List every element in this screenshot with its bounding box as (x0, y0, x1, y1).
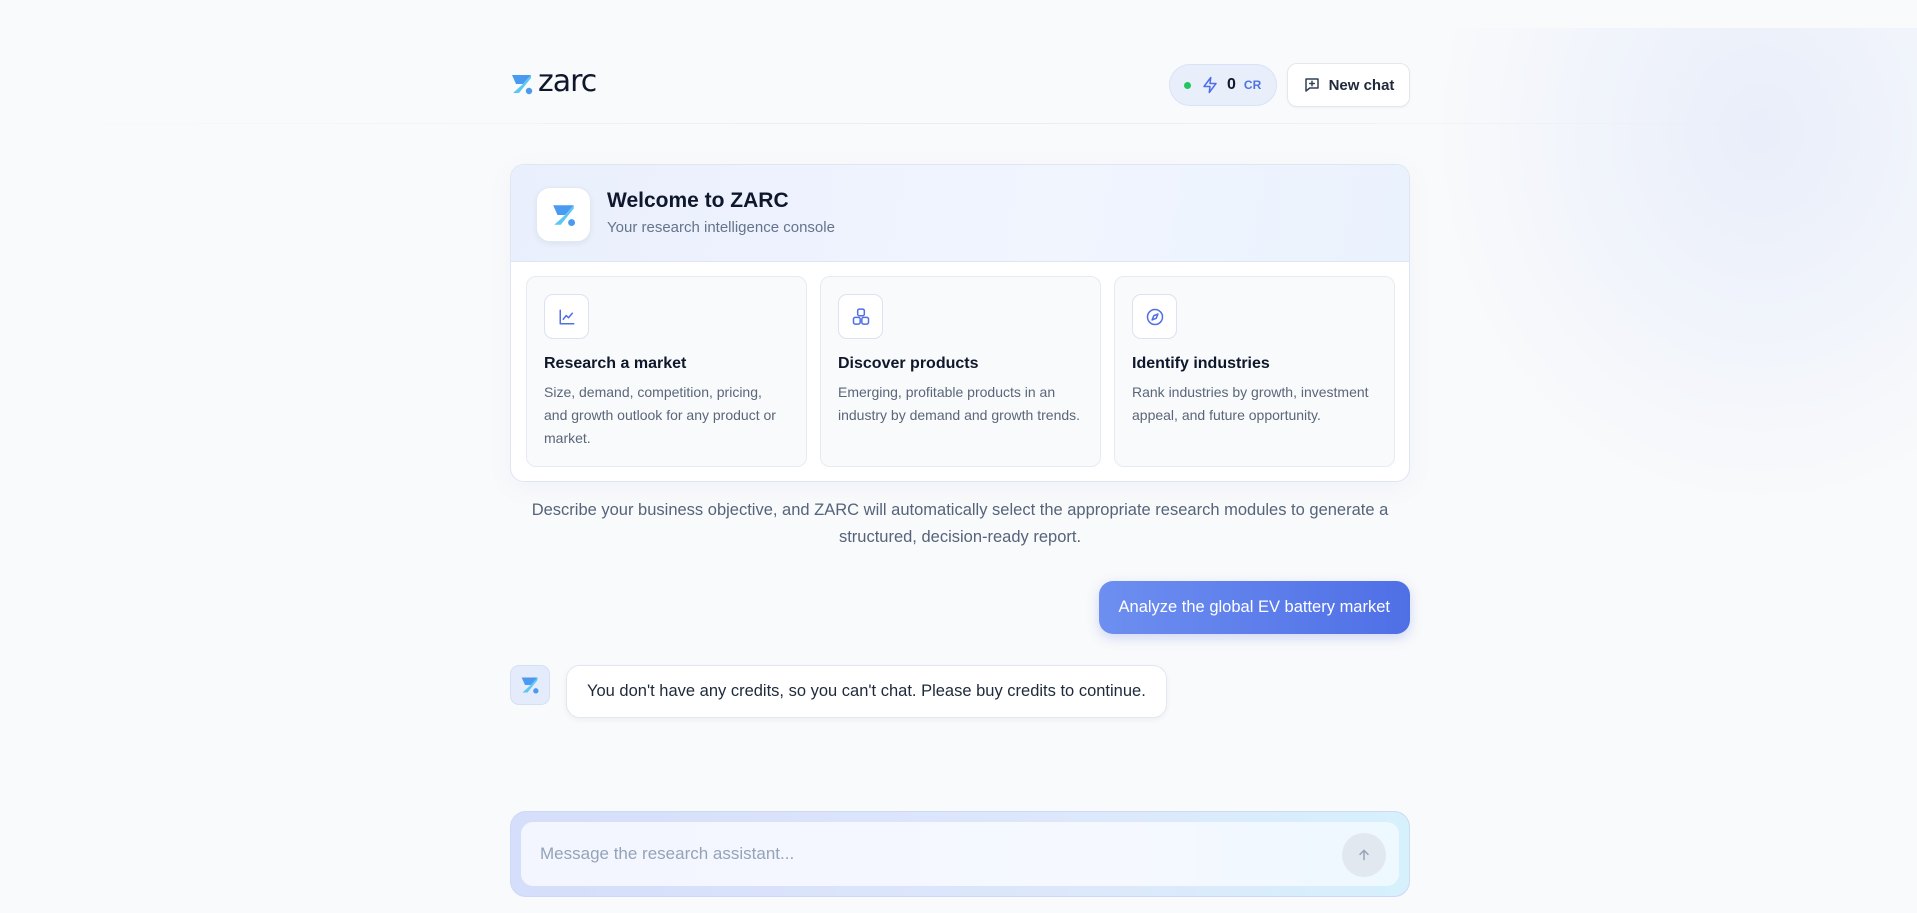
compass-icon (1146, 308, 1163, 325)
user-message-text: Analyze the global EV battery market (1118, 598, 1390, 616)
new-chat-button[interactable]: New chat (1287, 63, 1410, 107)
welcome-subtitle: Your research intelligence console (607, 219, 835, 236)
send-button[interactable] (1342, 833, 1386, 877)
feature-description: Emerging, profitable products in an indu… (838, 384, 1081, 423)
feature-list: Research a market Size, demand, competit… (526, 276, 1395, 467)
feature-card-research-market[interactable]: Research a market Size, demand, competit… (526, 276, 807, 467)
background-glow (1397, 28, 1917, 548)
credits-badge[interactable]: 0 CR (1169, 64, 1277, 106)
feature-card-identify-industries[interactable]: Identify industries Rank industries by g… (1114, 276, 1395, 467)
message-composer (510, 811, 1410, 897)
feature-icon-box (544, 294, 589, 339)
credits-value: 0 (1227, 76, 1236, 93)
feature-title: Research a market (544, 355, 687, 372)
feature-title: Discover products (838, 355, 979, 372)
assistant-message-row: You don't have any credits, so you can't… (510, 665, 1167, 718)
arrow-up-icon (1359, 849, 1369, 861)
message-plus-icon (1304, 78, 1319, 92)
credits-unit: CR (1243, 78, 1262, 92)
zarc-logo-icon (521, 677, 539, 694)
boxes-icon (852, 307, 869, 325)
feature-description: Size, demand, competition, pricing, and … (544, 384, 776, 446)
status-dot (1184, 81, 1191, 89)
header-divider (0, 123, 1917, 124)
top-bar: zarc 0 CR New chat (510, 62, 1410, 108)
new-chat-label: New chat (1328, 76, 1395, 94)
intro-description: Describe your business objective, and ZA… (531, 501, 1389, 546)
user-message-bubble: Analyze the global EV battery market (1098, 581, 1410, 634)
feature-description: Rank industries by growth, investment ap… (1132, 384, 1369, 423)
message-input[interactable] (521, 822, 1321, 886)
brand-name: zarc (538, 64, 597, 99)
feature-icon-box (838, 294, 883, 339)
assistant-message-text: You don't have any credits, so you can't… (587, 682, 1146, 700)
welcome-title: Welcome to ZARC (607, 189, 789, 212)
composer-inner (521, 822, 1399, 886)
zarc-logo-icon (512, 75, 533, 95)
line-chart-icon (559, 309, 574, 324)
welcome-card: Welcome to ZARC Your research intelligen… (510, 164, 1410, 482)
feature-card-discover-products[interactable]: Discover products Emerging, profitable p… (820, 276, 1101, 467)
feature-title: Identify industries (1132, 355, 1270, 372)
zarc-logo-icon (552, 204, 575, 226)
welcome-logo (536, 187, 591, 242)
brand-logo[interactable]: zarc (510, 64, 597, 99)
feature-icon-box (1132, 294, 1177, 339)
lightning-bolt-icon (1203, 76, 1217, 94)
assistant-message-bubble: You don't have any credits, so you can't… (566, 665, 1167, 718)
assistant-avatar (510, 665, 550, 705)
welcome-card-header: Welcome to ZARC Your research intelligen… (511, 165, 1409, 262)
